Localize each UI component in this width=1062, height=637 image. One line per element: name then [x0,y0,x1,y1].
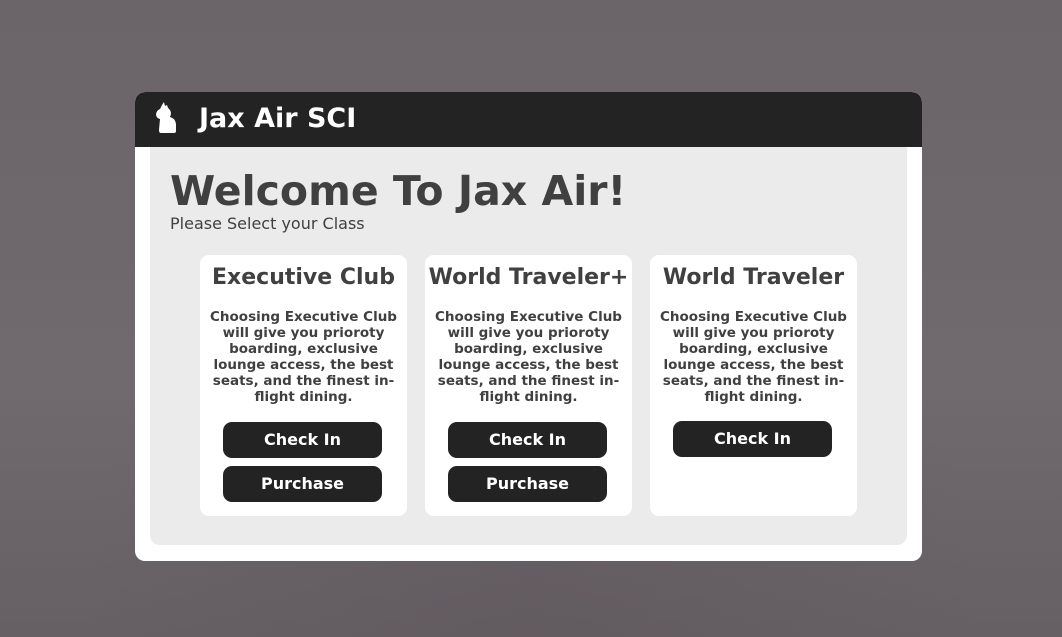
class-card-world-traveler-plus: World Traveler+ Choosing Executive Club … [425,255,632,516]
check-in-window: Jax Air SCI Welcome To Jax Air! Please S… [135,92,922,561]
app-title: Jax Air SCI [199,103,357,134]
class-card-description: Choosing Executive Club will give you pr… [210,309,397,405]
class-card-world-traveler: World Traveler Choosing Executive Club w… [650,255,857,516]
class-card-title: World Traveler+ [428,265,629,290]
class-card-description: Choosing Executive Club will give you pr… [435,309,622,405]
title-bar: Jax Air SCI [135,92,922,147]
purchase-button[interactable]: Purchase [448,466,607,502]
class-card-title: Executive Club [212,265,395,290]
class-card-title: World Traveler [662,265,845,290]
llama-logo-icon [156,102,176,133]
check-in-button[interactable]: Check In [223,422,382,458]
welcome-heading: Welcome To Jax Air! [170,167,627,215]
class-card-executive-club: Executive Club Choosing Executive Club w… [200,255,407,516]
class-selection-panel: Welcome To Jax Air! Please Select your C… [150,147,907,545]
check-in-button[interactable]: Check In [448,422,607,458]
check-in-button[interactable]: Check In [673,421,832,457]
purchase-button[interactable]: Purchase [223,466,382,502]
select-class-subtitle: Please Select your Class [170,214,365,233]
class-card-description: Choosing Executive Club will give you pr… [660,309,847,405]
